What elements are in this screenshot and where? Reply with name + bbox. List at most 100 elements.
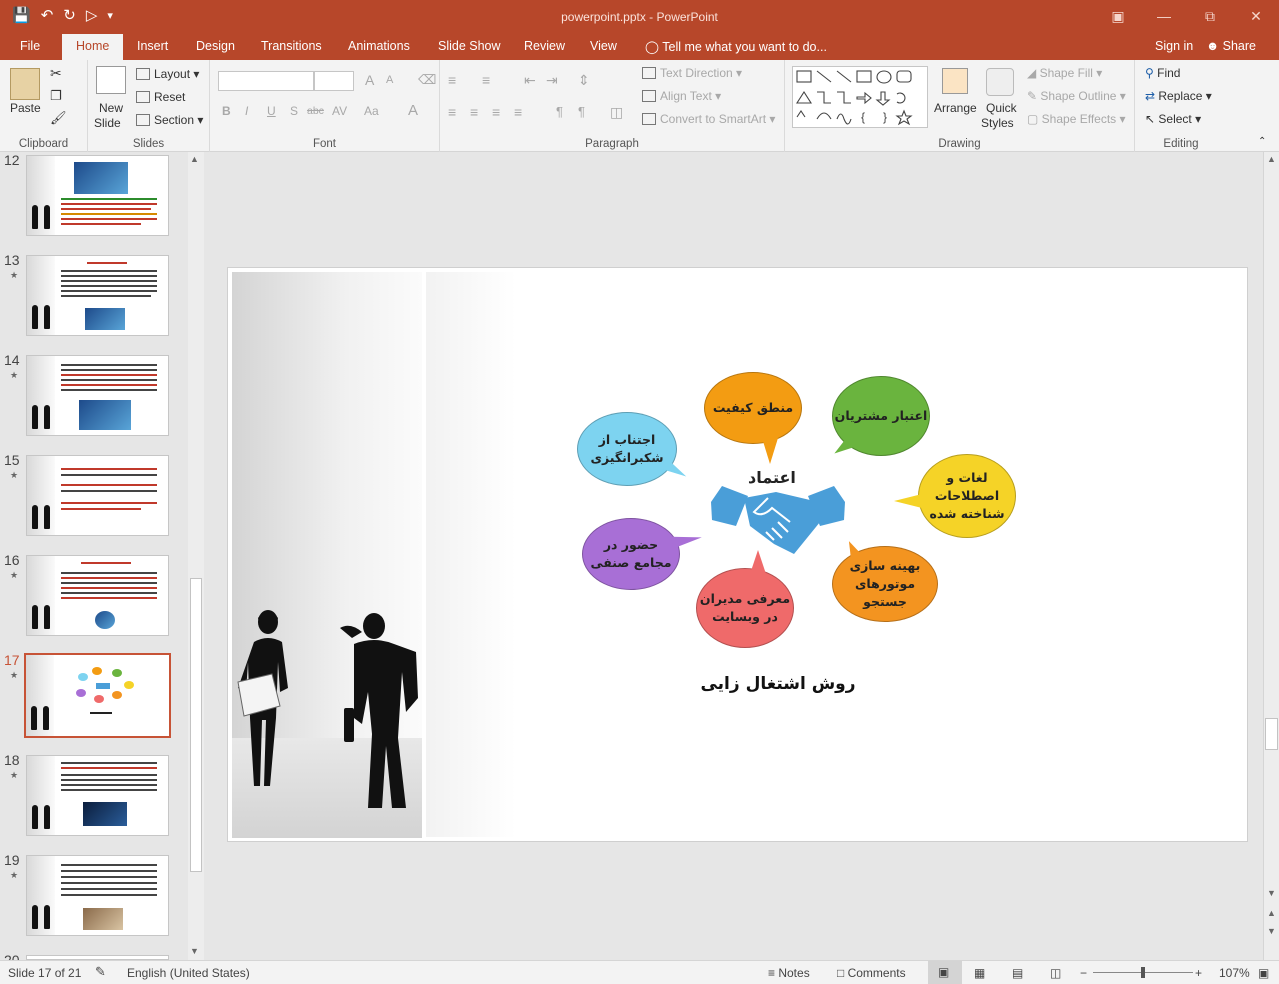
numbering-icon[interactable]: ≡ (482, 72, 490, 88)
restore-icon[interactable]: ⧉ (1187, 0, 1233, 32)
shapes-gallery[interactable]: {} (792, 66, 928, 128)
justify-icon[interactable]: ≡ (514, 104, 522, 120)
align-left-icon[interactable]: ≡ (448, 104, 456, 120)
paste-icon[interactable] (10, 68, 40, 100)
scroll-down-icon[interactable]: ▼ (190, 946, 199, 956)
align-center-icon[interactable]: ≡ (470, 104, 478, 120)
tab-slide-show[interactable]: Slide Show (438, 39, 501, 53)
new-slide-icon[interactable] (96, 66, 126, 94)
previous-slide-icon[interactable]: ▲ (1267, 908, 1276, 918)
scroll-up-icon[interactable]: ▲ (190, 154, 199, 164)
shape-outline-button[interactable]: ✎ Shape Outline ▾ (1027, 89, 1126, 103)
slide-sorter-icon[interactable]: ▦ (974, 966, 985, 980)
tell-me-box[interactable]: ◯ Tell me what you want to do... (645, 39, 827, 54)
slide-thumbnail-19[interactable] (26, 855, 169, 936)
ribbon-display-options-icon[interactable]: ▣ (1095, 0, 1141, 32)
minimize-icon[interactable]: — (1141, 0, 1187, 32)
tab-view[interactable]: View (590, 39, 617, 53)
change-case-button[interactable]: Aa (364, 104, 379, 118)
underline-button[interactable]: U (267, 104, 276, 118)
strikethrough-button[interactable]: abc (307, 105, 324, 117)
bullets-icon[interactable]: ≡ (448, 72, 456, 88)
columns-icon[interactable]: ◫ (610, 104, 623, 121)
tab-file[interactable]: File (20, 39, 40, 53)
quick-styles-label-1[interactable]: Quick (986, 101, 1017, 115)
zoom-slider-thumb[interactable] (1141, 967, 1145, 978)
slide-thumbnail-13[interactable] (26, 255, 169, 336)
current-slide[interactable]: اعتماد منطق کیفیت اعتبار مشتریان اجتناب … (227, 267, 1248, 842)
shape-fill-button[interactable]: ◢ Shape Fill ▾ (1027, 66, 1102, 80)
shape-effects-button[interactable]: ▢ Shape Effects ▾ (1027, 112, 1126, 126)
tab-animations[interactable]: Animations (348, 39, 410, 53)
comments-button[interactable]: □ Comments (837, 966, 906, 980)
tab-insert[interactable]: Insert (137, 39, 168, 53)
new-slide-label-1[interactable]: New (99, 101, 123, 115)
clear-formatting-icon[interactable]: ⌫ (418, 72, 436, 88)
fit-to-window-icon[interactable]: ▣ (1258, 966, 1269, 980)
format-painter-icon[interactable]: 🖌 (50, 110, 67, 126)
reading-view-icon[interactable]: ▤ (1012, 966, 1023, 980)
thumbnail-scrollbar[interactable]: ▲ ▼ (188, 152, 204, 960)
next-slide-icon[interactable]: ▼ (1267, 926, 1276, 936)
sign-in-link[interactable]: Sign in (1155, 39, 1193, 53)
reset-button[interactable]: Reset (136, 90, 185, 104)
align-right-icon[interactable]: ≡ (492, 104, 500, 120)
cut-icon[interactable]: ✂ (50, 65, 62, 82)
font-name-combo[interactable] (218, 71, 314, 91)
collapse-ribbon-icon[interactable]: ⌃ (1258, 136, 1266, 147)
spell-check-icon[interactable]: ✎ (95, 964, 106, 980)
select-button[interactable]: ↖ Select ▾ (1145, 112, 1201, 126)
tab-home[interactable]: Home (62, 34, 124, 60)
new-slide-label-2[interactable]: Slide (94, 116, 121, 130)
editor-scroll-thumb[interactable] (1265, 718, 1278, 750)
arrange-icon[interactable] (942, 68, 968, 94)
font-color-button[interactable]: A (408, 102, 418, 119)
slide-thumbnail-17[interactable] (24, 653, 171, 738)
align-text-button[interactable]: Align Text ▾ (642, 89, 721, 103)
paste-button[interactable]: Paste (10, 101, 41, 115)
decrease-indent-icon[interactable]: ⇤ (524, 72, 536, 89)
quick-styles-icon[interactable] (986, 68, 1014, 96)
language-indicator[interactable]: English (United States) (127, 966, 250, 980)
slide-show-icon[interactable]: ◫ (1050, 966, 1061, 980)
tab-review[interactable]: Review (524, 39, 565, 53)
tab-transitions[interactable]: Transitions (261, 39, 322, 53)
zoom-out-icon[interactable]: − (1080, 966, 1087, 980)
italic-button[interactable]: I (245, 104, 248, 118)
quick-styles-label-2[interactable]: Styles (981, 116, 1014, 130)
character-spacing-button[interactable]: AV (332, 104, 347, 118)
slide-thumbnail-16[interactable] (26, 555, 169, 636)
layout-button[interactable]: Layout ▾ (136, 67, 199, 81)
bold-button[interactable]: B (222, 104, 231, 118)
font-size-combo[interactable] (314, 71, 354, 91)
convert-smartart-button[interactable]: Convert to SmartArt ▾ (642, 112, 775, 126)
slide-thumbnail-14[interactable] (26, 355, 169, 436)
zoom-level[interactable]: 107% (1219, 966, 1250, 980)
zoom-in-icon[interactable]: + (1195, 966, 1202, 980)
increase-indent-icon[interactable]: ⇥ (546, 72, 558, 89)
slide-thumbnail-15[interactable] (26, 455, 169, 536)
slide-thumbnail-18[interactable] (26, 755, 169, 836)
tab-design[interactable]: Design (196, 39, 235, 53)
rtl-icon[interactable]: ¶ (578, 104, 585, 119)
copy-icon[interactable]: ❐ (50, 88, 62, 104)
editor-scrollbar[interactable]: ▲ ▼ ▲ ▼ (1263, 152, 1279, 960)
shadow-button[interactable]: S (290, 104, 298, 118)
shrink-font-button[interactable]: A (386, 74, 393, 86)
editor-scroll-up-icon[interactable]: ▲ (1267, 154, 1276, 164)
editor-scroll-down-icon[interactable]: ▼ (1267, 888, 1276, 898)
grow-font-button[interactable]: A (365, 72, 374, 88)
text-direction-button[interactable]: Text Direction ▾ (642, 66, 742, 80)
normal-view-button[interactable]: ▣ (928, 961, 962, 984)
slide-thumbnail-12[interactable] (26, 155, 169, 236)
notes-button[interactable]: ≡ Notes (768, 966, 810, 980)
share-button[interactable]: ☻ Share (1206, 39, 1256, 53)
thumbnail-scroll-thumb[interactable] (190, 578, 202, 872)
replace-button[interactable]: ⇄ Replace ▾ (1145, 89, 1212, 103)
close-icon[interactable]: ✕ (1233, 0, 1279, 32)
find-button[interactable]: ⚲ Find (1145, 66, 1180, 80)
line-spacing-icon[interactable]: ⇕ (578, 72, 590, 89)
section-button[interactable]: Section ▾ (136, 113, 203, 127)
arrange-button[interactable]: Arrange (934, 101, 977, 115)
ltr-icon[interactable]: ¶ (556, 104, 563, 119)
